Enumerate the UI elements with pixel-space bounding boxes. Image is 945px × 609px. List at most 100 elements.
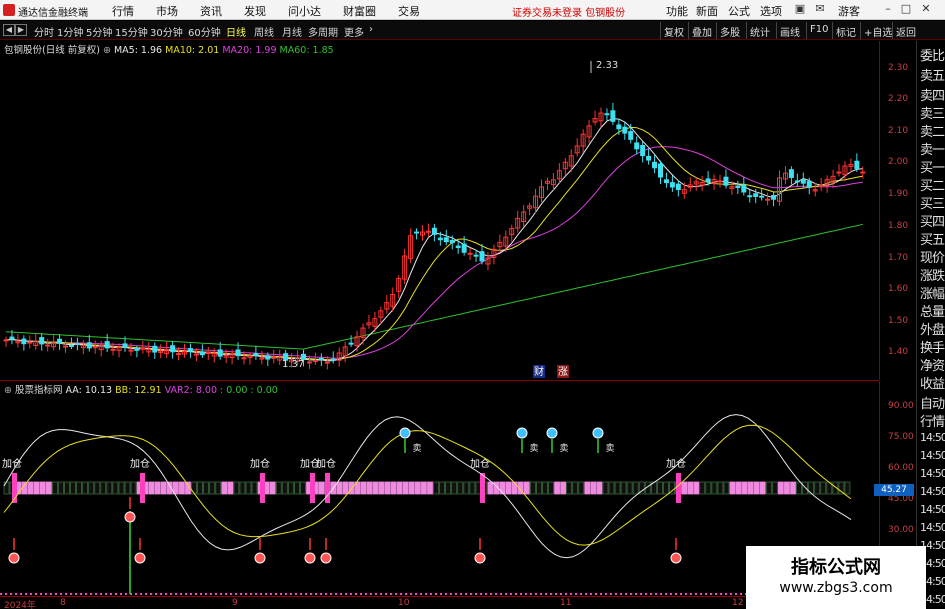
side-bid4[interactable]: 买四 xyxy=(920,211,945,230)
signal-cell xyxy=(384,481,391,495)
signal-cell xyxy=(390,481,397,495)
side-price[interactable]: 现价 xyxy=(920,247,945,266)
close-icon[interactable]: ✕ xyxy=(918,2,934,17)
signal-cell xyxy=(778,481,784,495)
period-more[interactable]: 更多 xyxy=(344,24,364,39)
side-bid3[interactable]: 买三 xyxy=(920,193,945,212)
price-tick: 2.10 xyxy=(888,126,909,136)
menu-new-layout[interactable]: 新面 xyxy=(696,3,718,19)
menu-trade[interactable]: 交易 xyxy=(398,3,420,19)
period-5min[interactable]: 5分钟 xyxy=(86,24,112,39)
candle-body xyxy=(414,231,420,234)
period-daily[interactable]: 日线 xyxy=(226,24,246,39)
signal-cell xyxy=(711,481,718,495)
period-30min[interactable]: 30分钟 xyxy=(150,24,183,39)
side-outer[interactable]: 外盘 xyxy=(920,319,945,338)
quote-side-panel: 委比 卖五 卖四 卖三 卖二 卖一 买一 买二 买三 买四 买五 现价 涨跌 涨… xyxy=(916,41,945,609)
candle-body xyxy=(467,252,473,255)
date-month: 8 xyxy=(60,598,66,608)
period-monthly[interactable]: 月线 xyxy=(282,24,302,39)
signal-cell xyxy=(814,481,821,495)
period-tick[interactable]: 分时 xyxy=(34,24,54,39)
more-arrow-icon[interactable]: › xyxy=(369,24,373,35)
tool-stats[interactable]: 统计 xyxy=(746,22,773,39)
candle-body xyxy=(443,237,449,243)
signal-cell xyxy=(94,481,101,495)
skin-icon[interactable]: ▣ xyxy=(792,2,808,17)
period-15min[interactable]: 15分钟 xyxy=(115,24,148,39)
menu-options[interactable]: 选项 xyxy=(760,3,782,19)
tool-overlay[interactable]: 叠加 xyxy=(688,22,715,39)
period-1min[interactable]: 1分钟 xyxy=(57,24,83,39)
menu-formula[interactable]: 公式 xyxy=(728,3,750,19)
candle-body xyxy=(265,355,271,360)
tool-add-favorite[interactable]: +自选 xyxy=(860,22,895,39)
side-volume[interactable]: 总量 xyxy=(920,301,945,320)
tool-mark[interactable]: 标记 xyxy=(832,22,859,39)
candle-body xyxy=(663,179,669,184)
side-entrust-ratio[interactable]: 委比 xyxy=(920,45,945,64)
signal-cell xyxy=(657,481,663,495)
side-turnover[interactable]: 换手 xyxy=(920,337,945,356)
next-icon[interactable]: ▶ xyxy=(15,24,27,36)
signal-cell xyxy=(445,481,452,495)
tool-f10[interactable]: F10 xyxy=(806,22,831,39)
buy-signal-dot xyxy=(134,552,146,564)
side-quotes[interactable]: 行情 xyxy=(920,411,945,430)
side-ask2[interactable]: 卖二 xyxy=(920,121,945,140)
menu-news[interactable]: 资讯 xyxy=(200,3,222,19)
maximize-icon[interactable]: □ xyxy=(898,2,914,17)
rise-mark[interactable]: 涨 xyxy=(558,366,568,378)
side-bid5[interactable]: 买五 xyxy=(920,229,945,248)
side-ask4[interactable]: 卖四 xyxy=(920,85,945,104)
signal-cell xyxy=(681,481,687,495)
signal-cell xyxy=(469,481,476,495)
menu-function[interactable]: 功能 xyxy=(666,3,688,19)
side-net-asset[interactable]: 净资 xyxy=(920,355,945,374)
side-ask5[interactable]: 卖五 xyxy=(920,65,945,84)
side-change-pct[interactable]: 涨幅 xyxy=(920,283,945,302)
menu-ask[interactable]: 问小达 xyxy=(288,3,321,19)
signal-cell xyxy=(402,481,409,495)
side-ask3[interactable]: 卖三 xyxy=(920,103,945,122)
menu-quotes[interactable]: 行情 xyxy=(112,3,134,19)
side-ask1[interactable]: 卖一 xyxy=(920,139,945,158)
finance-mark[interactable]: 财 xyxy=(534,365,544,378)
menu-market[interactable]: 市场 xyxy=(156,3,178,19)
candle-body xyxy=(134,348,140,351)
sell-label: 卖 xyxy=(412,443,421,454)
price-tick: 1.40 xyxy=(888,347,909,357)
signal-cell xyxy=(487,481,494,495)
tool-multi-stock[interactable]: 多股 xyxy=(716,22,743,39)
side-earnings[interactable]: 收益 xyxy=(920,373,945,392)
signal-cell xyxy=(699,481,706,495)
candle-body xyxy=(604,113,610,116)
side-change[interactable]: 涨跌 xyxy=(920,265,945,284)
signal-cell xyxy=(154,481,161,495)
side-auto[interactable]: 自动 xyxy=(920,393,945,412)
ma10-line-path xyxy=(5,126,863,361)
tool-adjust[interactable]: 复权 xyxy=(660,22,687,39)
menu-wealth[interactable]: 财富圈 xyxy=(343,3,376,19)
mail-icon[interactable]: ✉ xyxy=(812,2,828,17)
signal-cell xyxy=(457,481,464,495)
date-month: 9 xyxy=(232,598,238,608)
period-60min[interactable]: 60分钟 xyxy=(188,24,221,39)
prev-icon[interactable]: ◀ xyxy=(3,24,15,36)
menu-guest[interactable]: 游客 xyxy=(838,3,860,19)
side-bid1[interactable]: 买一 xyxy=(920,157,945,176)
period-weekly[interactable]: 周线 xyxy=(254,24,274,39)
date-year: 2024年 xyxy=(4,601,36,609)
tool-back[interactable]: 返回 xyxy=(892,22,919,39)
tool-draw[interactable]: 画线 xyxy=(776,22,803,39)
menu-discover[interactable]: 发现 xyxy=(244,3,266,19)
side-bid2[interactable]: 买二 xyxy=(920,175,945,194)
signal-cell xyxy=(596,481,603,495)
candle-body xyxy=(794,180,800,183)
minimize-icon[interactable]: – xyxy=(880,2,896,17)
candlestick-chart[interactable]: 2.33 1.37 财 涨 xyxy=(0,41,879,380)
signal-cell xyxy=(542,481,548,495)
period-multi[interactable]: 多周期 xyxy=(308,24,338,39)
candle-body xyxy=(854,160,860,169)
candle-body xyxy=(140,347,146,350)
